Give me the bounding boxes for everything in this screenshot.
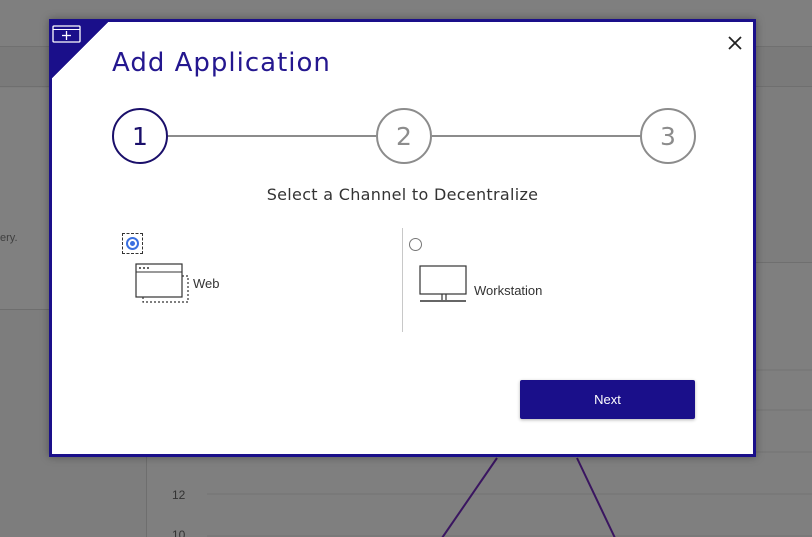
close-icon[interactable] <box>724 32 746 54</box>
step-2: 2 <box>376 108 432 164</box>
step-3: 3 <box>640 108 696 164</box>
workstation-radio[interactable] <box>409 238 422 251</box>
add-application-dialog: Add Application 1 2 3 Select a Channel t… <box>49 19 756 457</box>
add-window-icon <box>52 25 81 43</box>
wizard-stepper: 1 2 3 <box>112 108 698 166</box>
browser-window-icon <box>135 263 189 303</box>
step-connector <box>168 135 376 137</box>
web-radio[interactable] <box>126 237 139 250</box>
dialog-corner-badge <box>49 19 111 81</box>
y-tick-label: 12 <box>172 488 186 502</box>
next-button[interactable]: Next <box>520 380 695 419</box>
web-option-label[interactable]: Web <box>193 276 220 291</box>
y-tick-label: 10 <box>172 528 186 537</box>
monitor-icon <box>419 265 467 302</box>
series-line <box>576 457 616 537</box>
step-connector <box>432 135 642 137</box>
channel-prompt: Select a Channel to Decentralize <box>266 185 539 204</box>
left-panel-text: ery. <box>0 232 18 244</box>
workstation-option-label[interactable]: Workstation <box>474 283 542 298</box>
options-divider <box>402 228 403 332</box>
step-1: 1 <box>112 108 168 164</box>
dialog-title: Add Application <box>112 48 331 78</box>
series-line <box>441 457 498 537</box>
